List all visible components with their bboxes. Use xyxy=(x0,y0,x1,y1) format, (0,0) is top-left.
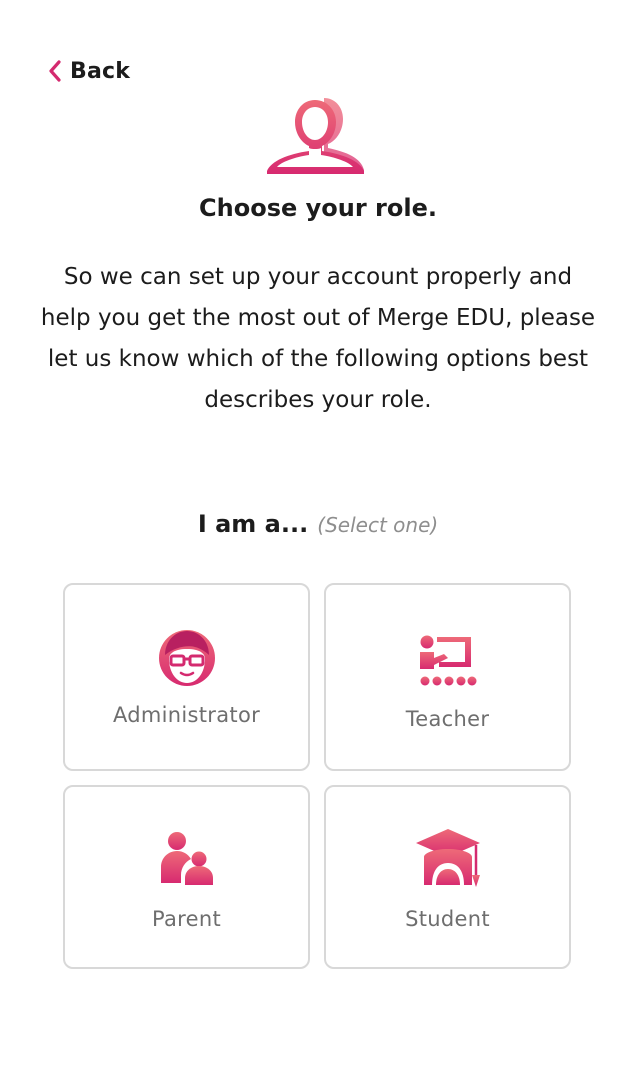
role-label-parent: Parent xyxy=(151,907,222,931)
back-button[interactable]: Back xyxy=(48,56,130,86)
role-label-student: Student xyxy=(405,907,490,931)
administrator-icon xyxy=(158,630,215,686)
role-prompt: I am a... (Select one) xyxy=(0,510,636,538)
role-card-teacher[interactable]: Teacher xyxy=(324,583,571,771)
intro-text: So we can set up your account properly a… xyxy=(40,264,596,413)
parent-icon xyxy=(160,832,213,885)
users-icon xyxy=(267,98,364,174)
role-card-administrator[interactable]: Administrator xyxy=(63,583,310,771)
teacher-icon xyxy=(419,635,476,686)
role-prompt-hint: (Select one) xyxy=(317,513,439,537)
role-card-parent[interactable]: Parent xyxy=(63,785,310,969)
role-card-student[interactable]: Student xyxy=(324,785,571,969)
chevron-left-icon xyxy=(49,60,61,82)
page-title: Choose your role. xyxy=(199,194,437,222)
role-label-administrator: Administrator xyxy=(112,703,261,727)
student-icon xyxy=(415,829,480,887)
role-label-teacher: Teacher xyxy=(405,707,490,731)
back-label: Back xyxy=(70,58,131,84)
role-prompt-label: I am a... xyxy=(197,510,309,538)
